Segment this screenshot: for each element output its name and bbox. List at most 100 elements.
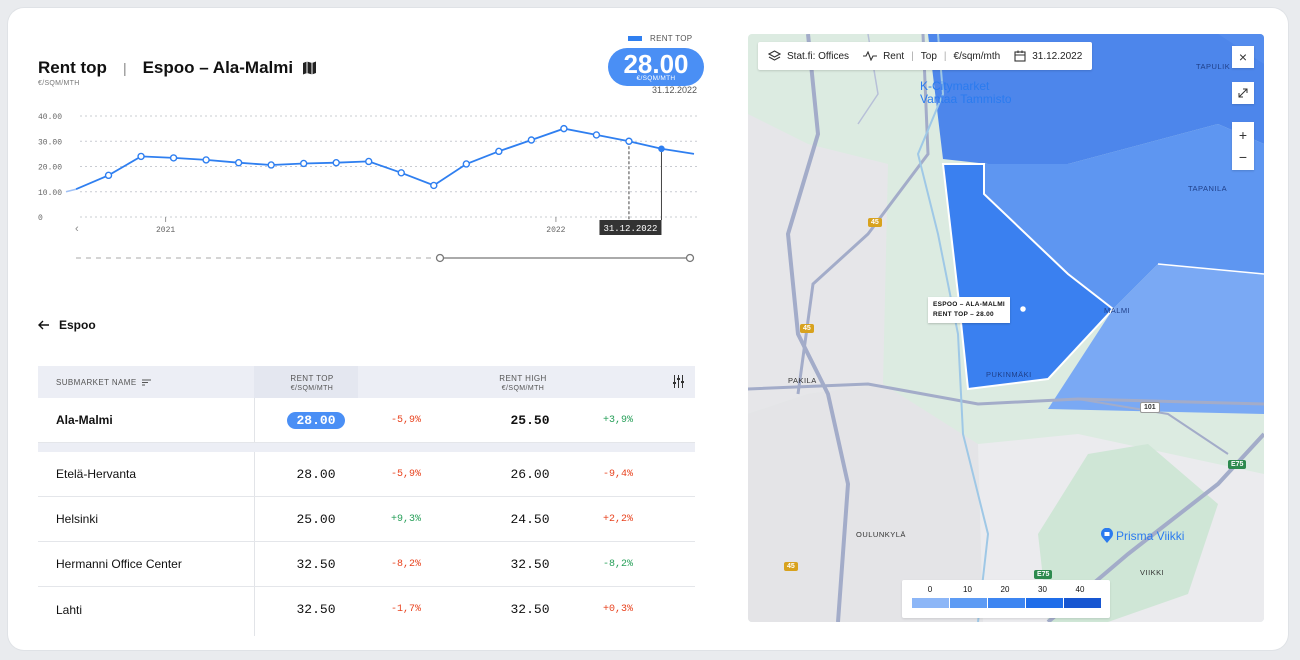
data-point[interactable] [365,157,373,166]
y-tick-label: 40.00 [38,113,62,122]
row-rent-top-change: +9,3% [390,513,421,525]
table-spacer [38,443,695,452]
series-line-fade [65,188,77,193]
row-rent-top: 28.00 [296,466,336,482]
data-point[interactable] [592,131,601,139]
zoom-controls: + − [1232,122,1254,170]
column-settings-icon[interactable] [672,375,685,390]
row-rent-top-change: -5,9% [390,414,421,426]
data-point[interactable] [104,171,113,180]
data-point[interactable] [430,181,438,190]
y-tick-label: 20.00 [38,164,62,173]
poi-kcitymarket[interactable]: K-Citymarket Vantaa Tammisto [920,80,1012,106]
data-point[interactable] [332,159,340,167]
place-label-pakila: PAKILA [788,376,817,385]
row-rent-top-change: -8,2% [390,558,421,570]
expand-icon [1238,88,1248,98]
poi-prisma[interactable]: Prisma Viikki [1100,528,1184,544]
place-label-viikki: VIIKKI [1140,568,1165,577]
tooltip-location: ESPOO – ALA-MALMI [933,301,1006,308]
back-link[interactable]: Espoo [38,318,96,332]
road-shield-101: 101 [1140,402,1160,413]
map-panel[interactable]: Stat.fi: Offices Rent | Top | €/sqm/mth … [748,34,1264,622]
row-rent-top-change: -1,7% [390,604,421,615]
col-header-name[interactable]: SUBMARKET NAME [38,366,254,398]
close-button[interactable]: × [1232,46,1254,68]
table-row[interactable]: Hermanni Office Center 32.50 -8,2% 32.50… [38,542,695,587]
row-name: Helsinki [56,512,99,526]
row-name: Etelä-Hervanta [56,467,137,481]
submarket-table: SUBMARKET NAME RENT TOP €/SQM/MTH RENT H… [38,366,695,636]
row-rent-high: 24.50 [510,511,550,527]
zoom-out-button[interactable]: − [1239,146,1247,168]
metric-label: Rent [883,50,905,62]
fullscreen-button[interactable] [1232,82,1254,104]
x-tick-label: 2022 [546,226,565,235]
table-row[interactable]: Lahti 32.50 -1,7% 32.50 +0,3% [38,587,695,632]
row-rent-high-change: -8,2% [602,558,633,570]
zoom-in-button[interactable]: + [1239,124,1247,146]
row-rent-top: 28.00 [287,411,345,429]
data-point[interactable] [267,161,275,169]
table-row-selected[interactable]: Ala-Malmi 28.00 -5,9% 25.50 +3,9% [38,398,695,443]
sort-icon[interactable] [141,379,151,386]
row-rent-high: 26.00 [510,466,550,482]
data-point[interactable] [527,136,536,144]
close-icon: × [1238,49,1248,65]
data-point[interactable] [299,159,308,168]
data-point[interactable] [202,156,210,164]
unit-selector[interactable]: €/sqm/mth [954,51,1001,62]
row-rent-high-change: +0,3% [602,604,633,615]
dashboard-card: Rent top | Espoo – Ala-Malmi €/SQM/MTH R… [8,8,1288,650]
col-header-rent-high[interactable]: RENT HIGH €/SQM/MTH [478,374,568,394]
poi-label-2: Vantaa Tammisto [920,92,1012,106]
poi-label: Prisma Viikki [1116,529,1185,543]
col-header-rent-top[interactable]: RENT TOP €/SQM/MTH [254,374,370,394]
toolbar-divider: | [943,50,947,62]
metric-selector[interactable]: Rent [863,51,904,62]
tooltip-value: RENT TOP – 28.00 [933,311,994,318]
chart-prev-icon[interactable]: ‹ [75,223,79,235]
road-shield-45: 45 [800,324,814,333]
variant-selector[interactable]: Top [921,51,937,62]
table-row[interactable]: Etelä-Hervanta 28.00 -5,9% 26.00 -9,4% [38,452,695,497]
y-tick-label: 10.00 [38,189,62,198]
range-handle-start[interactable] [435,253,445,263]
pulse-icon [863,51,878,61]
scale-tick: 20 [1000,585,1010,594]
data-point[interactable] [462,160,471,168]
scale-ticks: 0 10 20 30 40 [902,585,1110,597]
layers-icon [768,50,781,61]
calendar-icon [1014,50,1026,62]
scale-tick: 10 [963,585,972,594]
col-rent-top-unit: €/SQM/MTH [290,385,334,392]
map-canvas[interactable] [748,34,1264,622]
data-point[interactable] [625,137,633,145]
data-point[interactable] [397,169,405,177]
row-rent-high: 32.50 [510,556,550,572]
scale-tick: 40 [1075,585,1085,594]
scale-swatch [988,598,1025,608]
range-handle-end[interactable] [685,253,695,263]
data-point[interactable] [234,159,243,167]
color-scale-legend: 0 10 20 30 40 [902,580,1110,618]
col-rent-high-unit: €/SQM/MTH [501,385,545,392]
layer-selector[interactable]: Stat.fi: Offices [768,50,849,62]
data-point[interactable] [560,124,568,133]
row-name: Ala-Malmi [56,413,113,427]
data-point[interactable] [495,147,503,156]
toolbar-divider: | [911,50,914,62]
scale-bar [912,598,1102,608]
data-point[interactable] [137,152,145,161]
data-point[interactable] [169,154,178,162]
place-label-oulunkyla: OULUNKYLÄ [856,530,906,539]
scale-swatch [1026,598,1063,608]
table-row[interactable]: Helsinki 25.00 +9,3% 24.50 +2,2% [38,497,695,542]
date-selector[interactable]: 31.12.2022 [1014,50,1082,62]
data-point[interactable] [658,145,665,153]
row-rent-high-change: +3,9% [602,414,633,426]
row-name: Hermanni Office Center [56,557,182,571]
place-label-tapanila: TAPANILA [1188,184,1228,193]
variant-label: Top [920,50,937,62]
rent-line-chart[interactable]: 40.00 30.00 20.00 10.00 0 2021 2022 ‹ 31.12.2022 [8,8,708,278]
